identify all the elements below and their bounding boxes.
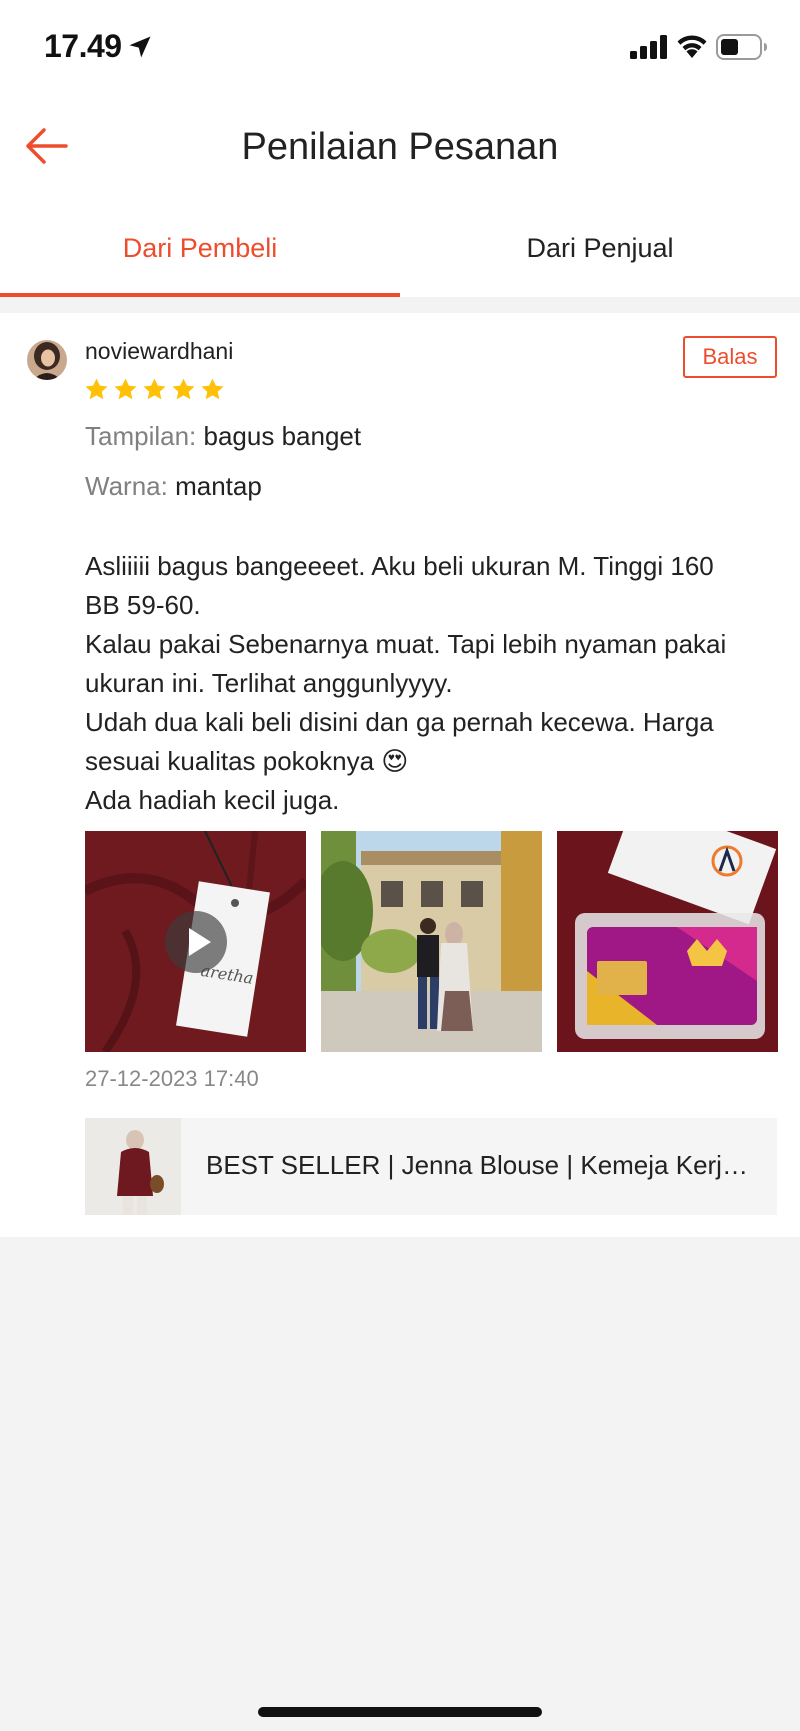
review-text: Asliiiii bagus bangeeeet. Aku beli ukura…	[85, 547, 775, 820]
home-indicator	[258, 1707, 542, 1717]
product-thumbnail	[85, 1118, 181, 1215]
review-text-line: Kalau pakai Sebenarnya muat. Tapi lebih …	[85, 629, 727, 659]
review-text-line: sesuai kualitas pokoknya 😍	[85, 746, 409, 776]
tab-bar: Dari Pembeli Dari Penjual	[0, 200, 800, 297]
reviewer-username: noviewardhani	[85, 338, 234, 364]
review-video-thumbnail[interactable]: aretha	[85, 831, 306, 1052]
play-icon[interactable]	[165, 911, 227, 973]
active-tab-indicator	[0, 293, 400, 297]
tab-from-buyer[interactable]: Dari Pembeli	[0, 200, 400, 297]
attribute-label: Tampilan:	[85, 421, 197, 451]
review-text-line: BB 59-60.	[85, 590, 201, 620]
star-icon	[201, 378, 224, 400]
star-rating	[84, 377, 225, 402]
cellular-signal-icon	[630, 35, 667, 59]
star-icon	[114, 378, 137, 400]
status-time: 17.49	[44, 28, 122, 64]
product-name: BEST SELLER | Jenna Blouse | Kemeja Kerj…	[206, 1150, 761, 1180]
attribute-color: Warna: mantap	[85, 471, 262, 502]
review-text-line: Udah dua kali beli disini dan ga pernah …	[85, 707, 714, 737]
status-bar: 17.49	[0, 0, 800, 90]
navigation-bar: Penilaian Pesanan	[0, 90, 800, 200]
attribute-appearance: Tampilan: bagus banget	[85, 421, 361, 452]
review-photo[interactable]	[321, 831, 542, 1052]
page-title: Penilaian Pesanan	[241, 126, 559, 168]
star-icon	[143, 378, 166, 400]
attribute-label: Warna:	[85, 471, 168, 501]
attribute-value: bagus banget	[203, 421, 362, 451]
product-link[interactable]: BEST SELLER | Jenna Blouse | Kemeja Kerj…	[85, 1118, 777, 1215]
tab-from-seller[interactable]: Dari Penjual	[400, 200, 800, 297]
battery-icon	[716, 34, 767, 60]
star-icon	[85, 378, 108, 400]
star-icon	[172, 378, 195, 400]
review-text-line: Ada hadiah kecil juga.	[85, 785, 340, 815]
review-text-line: Asliiiii bagus bangeeeet. Aku beli ukura…	[85, 551, 714, 581]
review-text-line: ukuran ini. Terlihat anggunlyyyy.	[85, 668, 453, 698]
attribute-value: mantap	[175, 471, 262, 501]
reply-button[interactable]: Balas	[683, 336, 777, 378]
wifi-icon	[677, 35, 707, 58]
review-date: 27-12-2023 17:40	[85, 1066, 259, 1091]
review-photo[interactable]	[557, 831, 778, 1052]
location-arrow-icon	[129, 36, 151, 58]
avatar	[27, 340, 67, 380]
review-card: noviewardhani Balas Tampilan: bagus bang…	[0, 313, 800, 1237]
